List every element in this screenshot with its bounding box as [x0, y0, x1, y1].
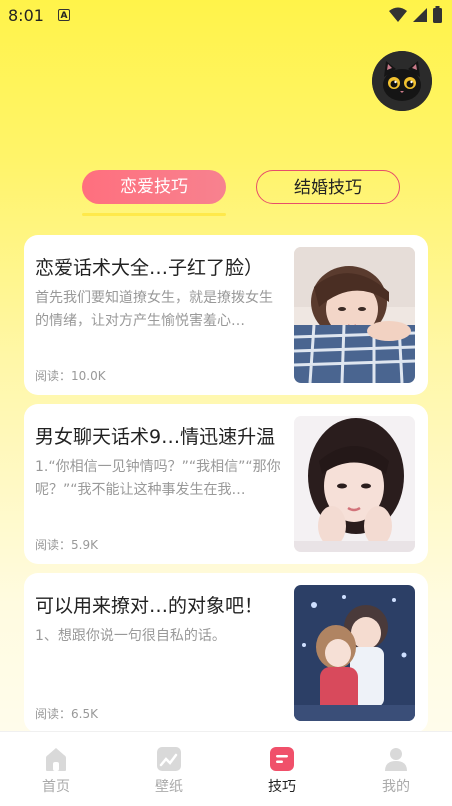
article-card[interactable]: 可以用来撩对…的对象吧！ 1、想跟你说一句很自私的话。 阅读：6.5K: [24, 573, 428, 733]
status-time: 8:01: [8, 6, 44, 25]
article-read-count: 阅读：5.9K: [35, 538, 98, 552]
tab-marriage-tips[interactable]: 结婚技巧: [256, 170, 400, 204]
nav-tips[interactable]: 技巧: [247, 746, 317, 796]
avatar[interactable]: [372, 51, 432, 111]
article-thumbnail: [294, 585, 415, 721]
nav-home-label: 首页: [42, 779, 70, 795]
nav-home[interactable]: 首页: [21, 746, 91, 796]
black-cat-avatar-icon: [372, 51, 432, 111]
nav-mine[interactable]: 我的: [361, 746, 431, 796]
article-read-count: 阅读：10.0K: [35, 369, 106, 383]
article-thumbnail: [294, 416, 415, 552]
article-summary: 1.“你相信一见钟情吗？”“我相信”“那你呢？”“我不能让这种事发生在我…: [35, 459, 281, 498]
tips-icon: [270, 747, 294, 771]
article-card[interactable]: 恋爱话术大全…子红了脸） 首先我们要知道撩女生，就是撩拨女生的情绪，让对方产生愉…: [24, 235, 428, 395]
nav-mine-label: 我的: [382, 779, 410, 795]
active-tab-indicator: [82, 213, 226, 216]
notification-icon: A: [58, 9, 70, 21]
wallpaper-icon: [157, 747, 181, 771]
article-read-count: 阅读：6.5K: [35, 707, 98, 721]
wifi-icon: [389, 7, 407, 22]
nav-wallpaper[interactable]: 壁纸: [134, 746, 204, 796]
profile-icon: [385, 748, 407, 771]
article-thumbnail: [294, 247, 415, 383]
home-icon: [46, 748, 66, 771]
battery-icon: [433, 6, 442, 23]
article-summary: 首先我们要知道撩女生，就是撩拨女生的情绪，让对方产生愉悦害羞心…: [35, 290, 273, 329]
article-summary: 1、想跟你说一句很自私的话。: [35, 628, 226, 644]
status-bar: 8:01 A: [0, 0, 452, 30]
status-icons: [389, 6, 442, 23]
article-title: 恋爱话术大全…子红了脸）: [35, 257, 264, 279]
article-title: 男女聊天话术9…情迅速升温: [35, 426, 276, 448]
nav-tips-label: 技巧: [268, 779, 296, 795]
signal-icon: [413, 7, 427, 22]
tab-love-tips[interactable]: 恋爱技巧: [82, 170, 226, 204]
bottom-navigation: 首页 壁纸 技巧 我的: [0, 731, 452, 806]
nav-wallpaper-label: 壁纸: [155, 779, 183, 795]
article-card[interactable]: 男女聊天话术9…情迅速升温 1.“你相信一见钟情吗？”“我相信”“那你呢？”“我…: [24, 404, 428, 564]
article-title: 可以用来撩对…的对象吧！: [35, 595, 264, 617]
